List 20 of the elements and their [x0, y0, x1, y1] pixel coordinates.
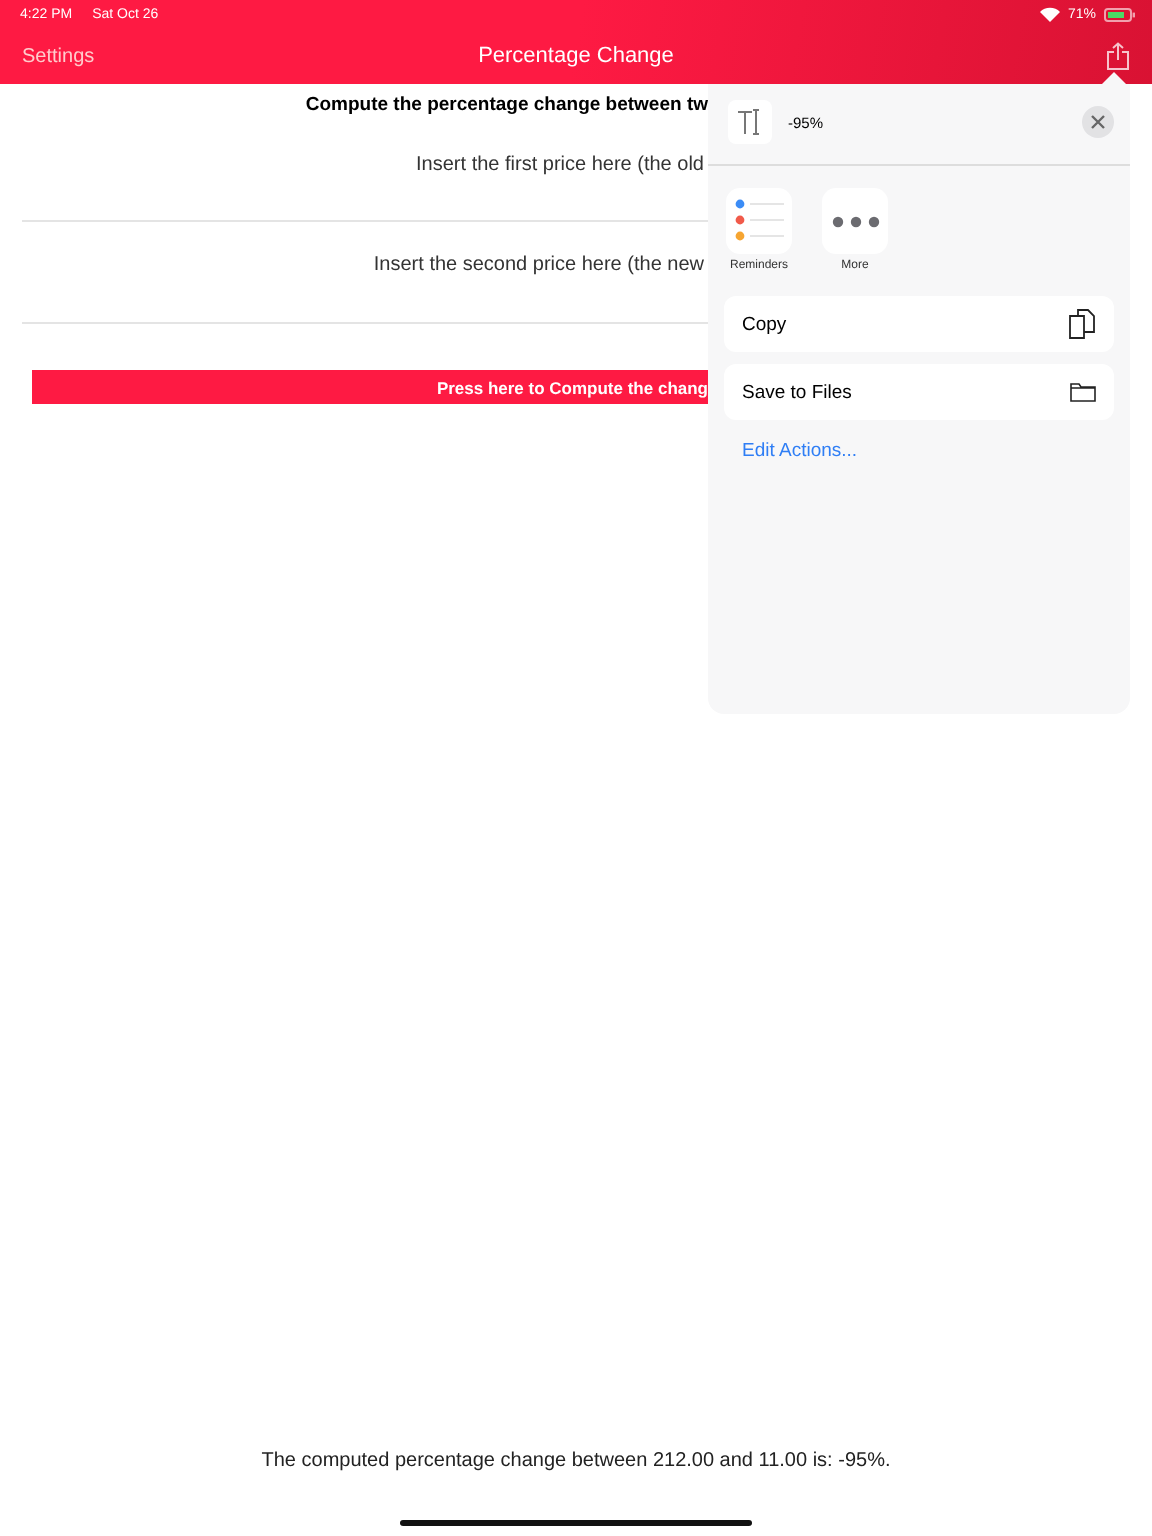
- battery-icon: [1104, 7, 1136, 21]
- folder-icon: [1070, 382, 1096, 402]
- action-row[interactable]: Save to Files: [724, 364, 1114, 420]
- close-icon: [1090, 114, 1106, 130]
- action-row[interactable]: Copy: [724, 296, 1114, 352]
- close-button[interactable]: [1082, 106, 1114, 138]
- form-heading: Compute the percentage change between tw: [303, 92, 708, 120]
- price-input[interactable]: Insert the second price here (the new: [22, 252, 708, 278]
- share-icon[interactable]: [1106, 42, 1130, 70]
- copy-icon: [1068, 308, 1096, 340]
- settings-link[interactable]: Settings: [22, 45, 95, 67]
- price-input[interactable]: Insert the first price here (the old: [22, 152, 708, 178]
- reminders-app-icon[interactable]: [726, 188, 792, 254]
- edit-actions-link[interactable]: Edit Actions...: [742, 440, 858, 462]
- result-text: The computed percentage change between 212.00 and 11.00 is: -95%.: [259, 1450, 893, 1472]
- compute-button[interactable]: Press here to Compute the chang: [32, 370, 708, 404]
- text-icon: [728, 100, 772, 144]
- wifi-icon: [1039, 6, 1060, 22]
- nav-title: Percentage Change: [478, 44, 674, 68]
- more-icon[interactable]: [822, 188, 888, 254]
